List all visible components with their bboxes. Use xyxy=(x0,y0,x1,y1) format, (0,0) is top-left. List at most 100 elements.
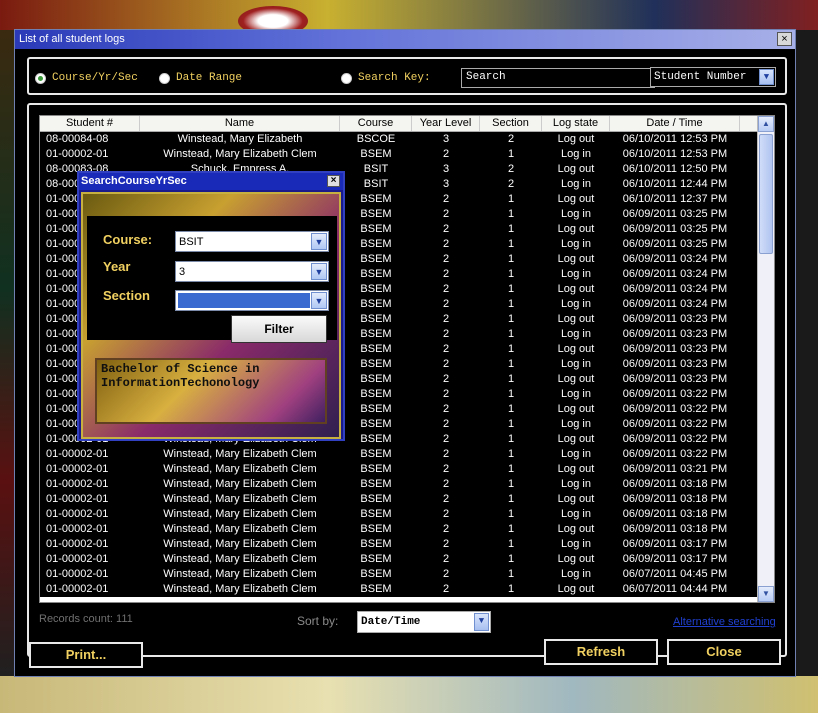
search-course-yr-sec-dialog: SearchCourseYrSec × Course: BSIT ▼ Year … xyxy=(77,171,345,441)
table-cell: 2 xyxy=(442,568,450,580)
vertical-scrollbar[interactable]: ▲ ▼ xyxy=(757,116,774,602)
table-row[interactable]: 01-00002-01 Winstead, Mary Elizabeth Clem… xyxy=(40,582,774,597)
table-cell: 1 xyxy=(507,523,515,535)
table-row[interactable]: 08-00084-08 Winstead, Mary Elizabeth BSCOE… xyxy=(40,132,774,147)
filter-panel: Course/Yr/Sec Date Range Search Key: Sea… xyxy=(27,57,787,95)
print-button[interactable]: Print... xyxy=(29,642,143,668)
column-header[interactable]: Course xyxy=(340,116,412,131)
chevron-down-icon[interactable]: ▼ xyxy=(759,69,774,85)
table-cell: Log out xyxy=(557,193,595,205)
column-header[interactable]: Log state xyxy=(542,116,610,131)
scroll-down-icon[interactable]: ▼ xyxy=(758,586,774,602)
table-cell: 2 xyxy=(442,313,450,325)
table-cell: 1 xyxy=(507,388,515,400)
scroll-thumb[interactable] xyxy=(759,134,773,254)
table-row[interactable]: 01-00002-01 Winstead, Mary Elizabeth Clem… xyxy=(40,507,774,522)
dialog-close-icon[interactable]: × xyxy=(327,175,340,187)
sort-by-select[interactable]: Date/Time ▼ xyxy=(357,611,491,633)
section-select[interactable]: ▼ xyxy=(175,290,329,311)
course-label: Course: xyxy=(103,232,153,247)
table-cell: BSEM xyxy=(360,433,392,445)
table-cell: Log out xyxy=(557,343,595,355)
table-row[interactable]: 01-00002-01 Winstead, Mary Elizabeth Clem… xyxy=(40,522,774,537)
course-select[interactable]: BSIT ▼ xyxy=(175,231,329,252)
table-cell: 06/09/2011 03:22 PM xyxy=(622,403,728,415)
table-cell: Winstead, Mary Elizabeth Clem xyxy=(163,523,317,535)
radio-search-key[interactable]: Search Key: xyxy=(341,71,431,85)
chevron-down-icon[interactable]: ▼ xyxy=(311,233,327,250)
table-row[interactable]: 01-00002-01 Winstead, Mary Elizabeth Clem… xyxy=(40,567,774,582)
year-value: 3 xyxy=(179,266,186,278)
table-cell: 2 xyxy=(442,268,450,280)
chevron-down-icon[interactable]: ▼ xyxy=(311,263,327,280)
table-cell: 06/09/2011 03:23 PM xyxy=(622,313,728,325)
filter-button[interactable]: Filter xyxy=(231,315,327,343)
table-row[interactable]: 01-00002-01 Winstead, Mary Elizabeth Clem… xyxy=(40,447,774,462)
search-input[interactable]: Search xyxy=(461,68,655,88)
table-cell: 2 xyxy=(442,493,450,505)
column-header[interactable]: Date / Time xyxy=(610,116,740,131)
table-cell: 06/09/2011 03:23 PM xyxy=(622,373,728,385)
table-cell: 1 xyxy=(507,268,515,280)
table-cell: BSEM xyxy=(360,493,392,505)
table-cell: 1 xyxy=(507,313,515,325)
radio-course-yr-sec[interactable]: Course/Yr/Sec xyxy=(35,71,138,85)
table-cell: Log in xyxy=(561,508,591,520)
table-cell: BSEM xyxy=(360,403,392,415)
table-cell: 3 xyxy=(442,133,450,145)
table-cell: Winstead, Mary Elizabeth xyxy=(177,133,303,145)
table-cell: 2 xyxy=(507,163,515,175)
refresh-button[interactable]: Refresh xyxy=(544,639,658,665)
table-row[interactable]: 01-00002-01 Winstead, Mary Elizabeth Clem… xyxy=(40,477,774,492)
table-cell: 06/09/2011 03:18 PM xyxy=(622,493,728,505)
table-cell: Log out xyxy=(557,373,595,385)
window-titlebar[interactable]: List of all student logs × xyxy=(15,30,795,49)
dialog-titlebar[interactable]: SearchCourseYrSec × xyxy=(79,173,343,190)
table-cell: BSEM xyxy=(360,343,392,355)
table-cell: Log in xyxy=(561,448,591,460)
table-cell: 1 xyxy=(507,208,515,220)
course-description: Bachelor of Science in InformationTechon… xyxy=(95,358,327,424)
table-cell: Winstead, Mary Elizabeth Clem xyxy=(163,478,317,490)
chevron-down-icon[interactable]: ▼ xyxy=(474,613,489,631)
window-close-icon[interactable]: × xyxy=(777,32,792,46)
chevron-down-icon[interactable]: ▼ xyxy=(311,292,327,309)
table-cell: BSEM xyxy=(360,418,392,430)
table-cell: Log in xyxy=(561,298,591,310)
year-select[interactable]: 3 ▼ xyxy=(175,261,329,282)
table-cell: BSEM xyxy=(360,298,392,310)
table-cell: BSEM xyxy=(360,448,392,460)
table-cell: 2 xyxy=(442,148,450,160)
column-header[interactable]: Student # xyxy=(40,116,140,131)
table-row[interactable]: 01-00002-01 Winstead, Mary Elizabeth Clem… xyxy=(40,147,774,162)
table-cell: BSEM xyxy=(360,553,392,565)
table-cell: BSEM xyxy=(360,508,392,520)
radio-date-range[interactable]: Date Range xyxy=(159,71,242,85)
table-row[interactable]: 01-00002-01 Winstead, Mary Elizabeth Clem… xyxy=(40,462,774,477)
table-cell: 06/09/2011 03:22 PM xyxy=(622,433,728,445)
table-cell: Log in xyxy=(561,268,591,280)
table-cell: 06/09/2011 03:24 PM xyxy=(622,253,728,265)
table-cell: 2 xyxy=(442,358,450,370)
table-row[interactable]: 01-00002-01 Winstead, Mary Elizabeth Clem… xyxy=(40,552,774,567)
table-cell: 1 xyxy=(507,568,515,580)
table-row[interactable]: 01-00002-01 Winstead, Mary Elizabeth Clem… xyxy=(40,537,774,552)
alternative-searching-link[interactable]: Alternative searching xyxy=(673,616,776,628)
table-cell: 2 xyxy=(442,253,450,265)
table-cell: 1 xyxy=(507,493,515,505)
table-cell: 1 xyxy=(507,448,515,460)
table-cell: 06/09/2011 03:22 PM xyxy=(622,448,728,460)
column-header[interactable]: Name xyxy=(140,116,340,131)
column-header[interactable]: Year Level xyxy=(412,116,480,131)
table-cell: Log out xyxy=(557,493,595,505)
table-cell: 1 xyxy=(507,478,515,490)
table-cell: 06/10/2011 12:53 PM xyxy=(622,148,728,160)
table-cell: 06/09/2011 03:25 PM xyxy=(622,208,728,220)
scroll-up-icon[interactable]: ▲ xyxy=(758,116,774,132)
column-header[interactable]: Section xyxy=(480,116,542,131)
table-cell: 01-00002-01 xyxy=(46,448,109,460)
search-field-select[interactable]: Student Number ▼ xyxy=(650,67,776,87)
table-row[interactable]: 01-00002-01 Winstead, Mary Elizabeth Clem… xyxy=(40,492,774,507)
close-button[interactable]: Close xyxy=(667,639,781,665)
table-cell: BSEM xyxy=(360,583,392,595)
